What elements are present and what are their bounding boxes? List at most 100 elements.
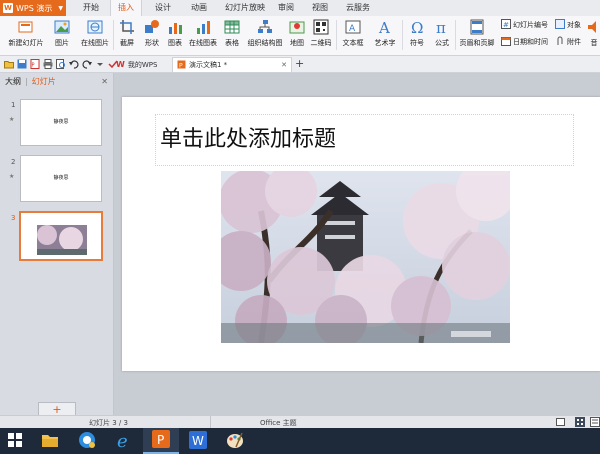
theme-name: Office 主题 xyxy=(260,419,297,427)
thumb-text: 静夜思 xyxy=(53,175,69,181)
wordart-button[interactable]: A 艺术字 xyxy=(370,18,400,52)
ribbon: 新建幻灯片 图片 在线图片 截屏 形状 图表 在线图表 表格 组织结构图 地图 … xyxy=(0,16,600,56)
taskbar-wps-writer[interactable]: W xyxy=(180,428,216,454)
app-menu-button[interactable]: W WPS 演示 ▼ xyxy=(0,0,66,16)
ribbon-separator xyxy=(113,20,114,50)
cherry-blossom-image xyxy=(221,171,510,343)
svg-text:P: P xyxy=(179,62,183,69)
audio-icon xyxy=(588,19,600,35)
symbol-button[interactable]: Ω 符号 xyxy=(404,18,430,52)
org-chart-button[interactable]: 组织结构图 xyxy=(245,18,285,52)
calendar-icon xyxy=(501,36,511,48)
date-time-button[interactable]: 日期和时间 xyxy=(501,36,548,48)
close-pane-icon[interactable]: ✕ xyxy=(101,77,108,86)
tab-slideshow[interactable]: 幻灯片放映 xyxy=(222,0,268,16)
svg-text:e: e xyxy=(117,431,128,449)
add-slide-button[interactable]: + xyxy=(38,402,76,416)
quick-access-toolbar: P W 我的WPS P 演示文稿1 * ✕ + xyxy=(0,56,600,73)
tab-animation[interactable]: 动画 xyxy=(184,0,214,16)
customize-dropdown-icon[interactable] xyxy=(95,59,105,69)
tab-design[interactable]: 设计 xyxy=(148,0,178,16)
print-preview-icon[interactable] xyxy=(56,59,66,69)
print-icon[interactable] xyxy=(43,59,53,69)
header-footer-icon xyxy=(469,19,485,35)
tab-insert[interactable]: 插入 xyxy=(110,0,142,17)
tab-home[interactable]: 开始 xyxy=(76,0,106,16)
chart-button[interactable]: 图表 xyxy=(164,18,186,52)
menu-bar: W WPS 演示 ▼ 开始 插入 设计 动画 幻灯片放映 审阅 视图 云服务 xyxy=(0,0,600,17)
online-chart-icon xyxy=(195,19,211,35)
slide-thumbnail-3[interactable] xyxy=(19,211,103,261)
online-chart-button[interactable]: 在线图表 xyxy=(186,18,220,52)
new-slide-button[interactable]: 新建幻灯片 xyxy=(4,18,48,52)
wordart-label: 艺术字 xyxy=(374,39,396,47)
slide-thumbnail-1[interactable]: 静夜思 xyxy=(20,99,102,146)
app-name: WPS 演示 xyxy=(16,3,53,13)
attachment-label: 附件 xyxy=(567,38,581,46)
taskbar-paint[interactable] xyxy=(217,428,253,454)
pane-tab-divider: | xyxy=(25,76,28,86)
taskbar-wps-presentation[interactable]: P xyxy=(143,428,179,454)
svg-text:Ω: Ω xyxy=(411,19,423,35)
textbox-button[interactable]: A 文本框 xyxy=(338,18,368,52)
windows-taskbar: e P W xyxy=(0,428,600,454)
shape-button[interactable]: 形状 xyxy=(140,18,164,52)
audio-button[interactable]: 音 xyxy=(588,18,600,52)
tab-my-wps[interactable]: W 我的WPS xyxy=(112,57,168,72)
chevron-down-icon: ▼ xyxy=(58,4,63,12)
slide-number-button[interactable]: # 幻灯片编号 xyxy=(501,19,548,31)
paperclip-icon xyxy=(555,36,565,48)
save-icon[interactable] xyxy=(17,59,27,69)
online-picture-label: 在线图片 xyxy=(81,39,109,47)
tab-slides[interactable]: 幻灯片 xyxy=(32,76,56,87)
svg-text:P: P xyxy=(32,63,35,69)
tab-presentation[interactable]: P 演示文稿1 * ✕ xyxy=(172,57,292,72)
svg-text:π: π xyxy=(436,19,446,35)
table-button[interactable]: 表格 xyxy=(220,18,244,52)
omega-icon: Ω xyxy=(409,19,425,35)
svg-text:W: W xyxy=(192,434,204,448)
slide-number-icon: # xyxy=(501,19,511,31)
open-folder-icon[interactable] xyxy=(4,59,14,69)
presentation-icon: P xyxy=(177,60,186,71)
screenshot-button[interactable]: 截屏 xyxy=(115,18,139,52)
taskbar-browser[interactable] xyxy=(69,428,105,454)
online-picture-button[interactable]: 在线图片 xyxy=(77,18,113,52)
object-label: 对象 xyxy=(567,21,581,29)
tab-cloud[interactable]: 云服务 xyxy=(340,0,376,16)
ribbon-separator xyxy=(336,20,337,50)
header-footer-button[interactable]: 页眉和页脚 xyxy=(456,18,498,52)
svg-text:A: A xyxy=(349,24,356,34)
export-pdf-icon[interactable]: P xyxy=(30,59,40,69)
tab-view[interactable]: 视图 xyxy=(306,0,334,16)
new-tab-icon[interactable]: + xyxy=(295,57,304,70)
start-button[interactable] xyxy=(0,428,30,454)
online-chart-label: 在线图表 xyxy=(189,39,217,47)
table-icon xyxy=(224,19,240,35)
undo-icon[interactable] xyxy=(69,59,79,69)
new-slide-label: 新建幻灯片 xyxy=(8,39,44,47)
picture-button[interactable]: 图片 xyxy=(50,18,74,52)
close-icon[interactable]: ✕ xyxy=(281,61,287,69)
equation-button[interactable]: π 公式 xyxy=(430,18,454,52)
tab-review[interactable]: 审阅 xyxy=(272,0,300,16)
wordart-icon: A xyxy=(377,19,393,35)
slide-thumbnail-2[interactable]: 静夜思 xyxy=(20,155,102,202)
taskbar-internet-explorer[interactable]: e xyxy=(106,428,142,454)
chart-label: 图表 xyxy=(168,39,182,47)
redo-icon[interactable] xyxy=(82,59,92,69)
normal-view-icon[interactable] xyxy=(556,418,565,428)
svg-text:A: A xyxy=(378,19,390,35)
qrcode-button[interactable]: 二维码 xyxy=(308,18,334,52)
taskbar-file-explorer[interactable] xyxy=(32,428,68,454)
map-button[interactable]: 地图 xyxy=(286,18,308,52)
cherry-blossom-photo[interactable] xyxy=(221,171,510,343)
object-button[interactable]: 对象 xyxy=(555,19,581,31)
wps-logo-icon: W xyxy=(3,3,13,13)
attachment-button[interactable]: 附件 xyxy=(555,36,581,48)
picture-label: 图片 xyxy=(55,39,69,47)
pi-icon: π xyxy=(434,19,450,35)
paint-palette-icon xyxy=(226,431,244,451)
tab-outline[interactable]: 大纲 xyxy=(5,76,21,87)
map-label: 地图 xyxy=(290,39,304,47)
